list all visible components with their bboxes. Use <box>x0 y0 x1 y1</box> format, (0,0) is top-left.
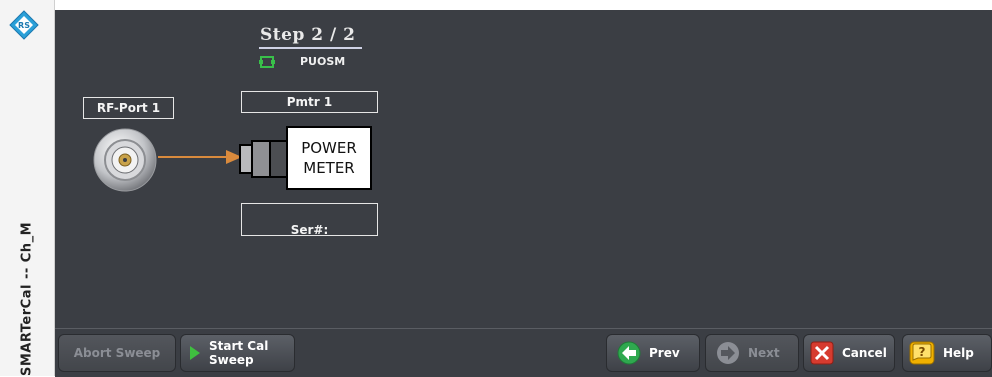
step-underline <box>259 47 362 49</box>
rf-connector-icon <box>93 128 157 192</box>
next-label: Next <box>748 346 780 360</box>
next-button[interactable]: Next <box>705 334 799 372</box>
arrow-left-icon <box>617 341 641 365</box>
start-cal-line1: Start Cal <box>209 339 269 353</box>
play-icon <box>190 346 200 360</box>
sidebar-title: SMARTerCal -- Ch_M <box>19 222 35 376</box>
cancel-button[interactable]: Cancel <box>803 334 895 372</box>
power-meter-box: POWER METER <box>286 126 372 190</box>
power-sensor-plug-icon <box>239 140 289 178</box>
help-icon: ? <box>909 341 935 365</box>
abort-sweep-button[interactable]: Abort Sweep <box>58 334 176 372</box>
calibration-standard: PUOSM <box>300 55 346 68</box>
start-cal-sweep-button[interactable]: Start Cal Sweep <box>180 334 295 372</box>
svg-text:RS: RS <box>18 21 30 30</box>
connection-arrow <box>158 150 242 164</box>
puosm-icon <box>259 56 275 68</box>
wizard-panel <box>55 10 992 328</box>
prev-button[interactable]: Prev <box>606 334 700 372</box>
arrow-right-icon <box>717 342 739 364</box>
power-meter-text-line1: POWER <box>301 139 357 157</box>
button-bar: Abort Sweep Start Cal Sweep Prev Next Ca… <box>55 328 992 377</box>
close-icon <box>810 341 834 365</box>
abort-sweep-label: Abort Sweep <box>73 346 161 360</box>
rf-port-label: RF-Port 1 <box>83 97 174 119</box>
step-title: Step 2 / 2 <box>260 25 356 45</box>
power-meter-text-line2: METER <box>303 159 355 177</box>
serial-number-label: Ser#: <box>241 203 378 237</box>
help-button[interactable]: ? Help <box>902 334 992 372</box>
start-cal-line2: Sweep <box>209 353 254 367</box>
svg-text:?: ? <box>919 345 926 359</box>
prev-label: Prev <box>649 346 680 360</box>
start-cal-sweep-label: Start Cal Sweep <box>209 339 268 367</box>
help-label: Help <box>943 346 974 360</box>
rohde-schwarz-logo: RS <box>9 10 39 40</box>
power-meter-label: Pmtr 1 <box>241 91 378 113</box>
cancel-label: Cancel <box>842 346 887 360</box>
sidebar: RS SMARTerCal -- Ch_M <box>0 0 55 376</box>
